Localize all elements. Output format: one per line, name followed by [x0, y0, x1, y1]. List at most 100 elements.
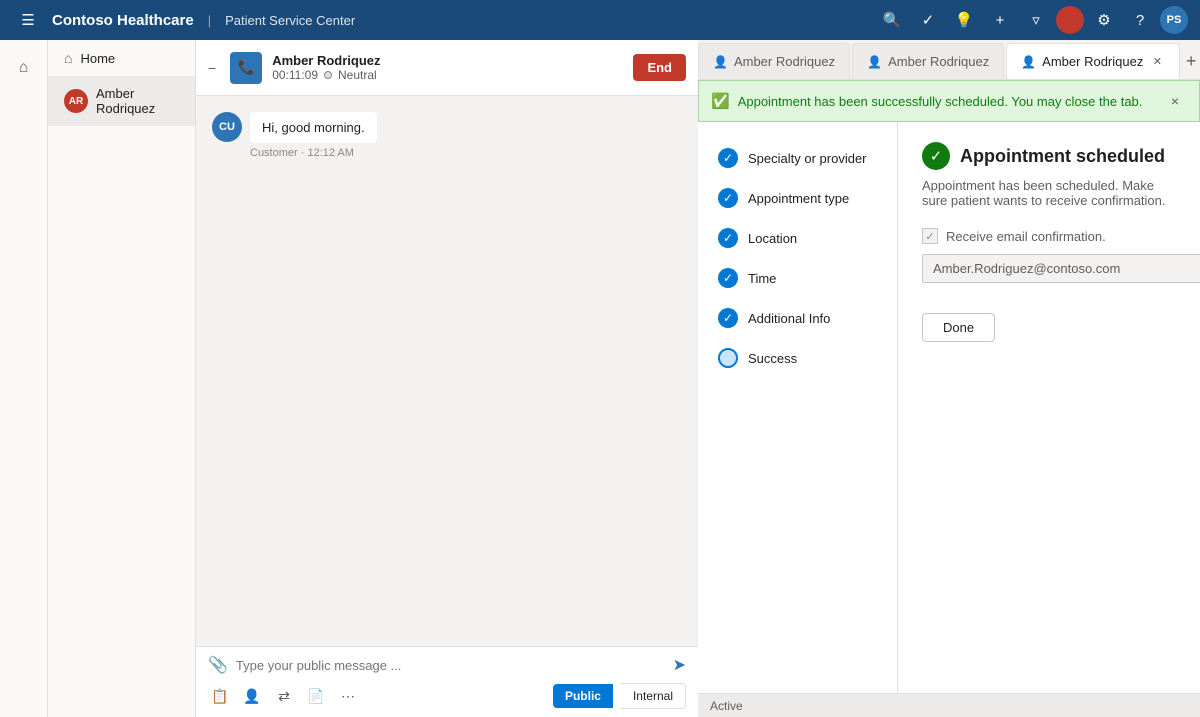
call-status-text: Neutral	[338, 68, 377, 82]
note-icon[interactable]: 📋	[208, 684, 232, 708]
step-location[interactable]: ✓ Location	[698, 218, 897, 258]
scheduled-header: ✓ Appointment scheduled	[922, 142, 1176, 170]
hamburger-icon[interactable]: ☰	[12, 4, 44, 36]
email-checkbox: ✓	[922, 228, 938, 244]
more-icon[interactable]: ⋯	[336, 684, 360, 708]
step-additional-info[interactable]: ✓ Additional Info	[698, 298, 897, 338]
topbar-divider: |	[208, 13, 211, 28]
topbar-subtitle: Patient Service Center	[225, 13, 355, 28]
step-specialty-label: Specialty or provider	[748, 151, 867, 166]
content-split: ✓ Specialty or provider ✓ Appointment ty…	[698, 122, 1200, 693]
step-time[interactable]: ✓ Time	[698, 258, 897, 298]
email-confirm-label: Receive email confirmation.	[946, 229, 1106, 244]
scheduled-description: Appointment has been scheduled. Make sur…	[922, 178, 1176, 208]
nav-panel: ⌂ Home AR Amber Rodriquez	[48, 40, 196, 717]
notification-avatar[interactable]	[1056, 6, 1084, 34]
content-area: 👤 Amber Rodriquez 👤 Amber Rodriquez 👤 Am…	[698, 40, 1200, 717]
nav-user-item[interactable]: AR Amber Rodriquez	[48, 76, 195, 126]
chat-bubble-meta: Customer · 12:12 AM	[250, 147, 377, 159]
call-bar: − 📞 Amber Rodriquez 00:11:09 Neutral End	[196, 40, 698, 96]
help-icon[interactable]: ?	[1124, 4, 1156, 36]
list-item: CU Hi, good morning. Customer · 12:12 AM	[212, 112, 682, 159]
main-content-panel: ✓ Appointment scheduled Appointment has …	[898, 122, 1200, 693]
email-input-field	[922, 254, 1200, 283]
step-appointment-type[interactable]: ✓ Appointment type	[698, 178, 897, 218]
topbar: ☰ Contoso Healthcare | Patient Service C…	[0, 0, 1200, 40]
step-location-label: Location	[748, 231, 797, 246]
chat-bubble-content: Hi, good morning. Customer · 12:12 AM	[250, 112, 377, 159]
step-additional-circle: ✓	[718, 308, 738, 328]
step-time-label: Time	[748, 271, 776, 286]
done-button[interactable]: Done	[922, 313, 995, 342]
tab-1-label: Amber Rodriquez	[734, 54, 835, 69]
notification-text: Appointment has been successfully schedu…	[738, 94, 1155, 109]
call-info: Amber Rodriquez 00:11:09 Neutral	[272, 53, 623, 82]
call-type-icon: 📞	[230, 52, 262, 84]
user-avatar[interactable]: PS	[1160, 6, 1188, 34]
add-tab-button[interactable]: +	[1182, 43, 1200, 79]
notification-close-icon[interactable]: ×	[1163, 89, 1187, 113]
step-time-circle: ✓	[718, 268, 738, 288]
step-additional-label: Additional Info	[748, 311, 830, 326]
lightbulb-icon[interactable]: 💡	[948, 4, 980, 36]
search-icon[interactable]: 🔍	[876, 4, 908, 36]
brand-name: Contoso Healthcare	[52, 12, 194, 29]
filter-icon[interactable]: ▿	[1020, 4, 1052, 36]
nav-home-item[interactable]: ⌂ Home	[48, 40, 195, 76]
public-button[interactable]: Public	[553, 684, 613, 708]
step-success[interactable]: Success	[698, 338, 897, 378]
message-input[interactable]	[236, 658, 665, 673]
step-location-circle: ✓	[718, 228, 738, 248]
active-call-area: − 📞 Amber Rodriquez 00:11:09 Neutral End…	[196, 40, 698, 717]
tab-1[interactable]: 👤 Amber Rodriquez	[698, 43, 850, 79]
step-appointment-label: Appointment type	[748, 191, 849, 206]
tab-2[interactable]: 👤 Amber Rodriquez	[852, 43, 1004, 79]
call-status-dot	[324, 71, 332, 79]
person-tab-icon-1: 👤	[713, 55, 728, 69]
tab-2-label: Amber Rodriquez	[888, 54, 989, 69]
steps-panel: ✓ Specialty or provider ✓ Appointment ty…	[698, 122, 898, 693]
home-icon: ⌂	[64, 50, 72, 66]
avatar: CU	[212, 112, 242, 142]
sidebar-home-icon[interactable]: ⌂	[4, 48, 44, 88]
step-specialty-circle: ✓	[718, 148, 738, 168]
call-name: Amber Rodriquez	[272, 53, 623, 68]
person-tab-icon-3: 👤	[1021, 55, 1036, 69]
main-layout: ⌂ ⌂ Home AR Amber Rodriquez − 📞 Amber Ro…	[0, 40, 1200, 717]
notif-check-icon: ✅	[711, 92, 730, 110]
tab-3-label: Amber Rodriquez	[1042, 54, 1143, 69]
notification-bar: ✅ Appointment has been successfully sche…	[698, 80, 1200, 122]
end-call-button[interactable]: End	[633, 54, 686, 81]
plus-icon[interactable]: +	[984, 4, 1016, 36]
tab-3[interactable]: 👤 Amber Rodriquez ✕	[1006, 43, 1180, 79]
call-meta: 00:11:09 Neutral	[272, 68, 623, 82]
send-button[interactable]: ➤	[673, 655, 686, 675]
attach-icon[interactable]: 📎	[208, 655, 228, 675]
transfer-icon[interactable]: ⇄	[272, 684, 296, 708]
scheduled-check-icon: ✓	[922, 142, 950, 170]
tab-bar: 👤 Amber Rodriquez 👤 Amber Rodriquez 👤 Am…	[698, 40, 1200, 80]
chat-area: CU Hi, good morning. Customer · 12:12 AM…	[196, 96, 698, 717]
settings-icon[interactable]: ⚙	[1088, 4, 1120, 36]
step-appointment-circle: ✓	[718, 188, 738, 208]
scheduled-title: Appointment scheduled	[960, 146, 1165, 167]
step-specialty[interactable]: ✓ Specialty or provider	[698, 138, 897, 178]
minimize-icon[interactable]: −	[208, 60, 216, 76]
person-tab-icon-2: 👤	[867, 55, 882, 69]
check-circle-icon[interactable]: ✓	[912, 4, 944, 36]
step-success-label: Success	[748, 351, 797, 366]
internal-button[interactable]: Internal	[621, 683, 686, 709]
chat-messages: CU Hi, good morning. Customer · 12:12 AM	[196, 96, 698, 646]
status-bar: Active	[698, 693, 1200, 717]
chat-toolbar: 📋 👤 ⇄ 📄 ⋯ Public Internal	[208, 683, 686, 709]
chat-bubble-text: Hi, good morning.	[250, 112, 377, 143]
call-timer: 00:11:09	[272, 68, 318, 82]
topbar-actions: 🔍 ✓ 💡 + ▿ ⚙ ? PS	[876, 4, 1188, 36]
template-icon[interactable]: 📄	[304, 684, 328, 708]
nav-home-label: Home	[80, 51, 115, 66]
nav-user-label: Amber Rodriquez	[96, 86, 179, 116]
user-nav-avatar: AR	[64, 89, 88, 113]
person-icon[interactable]: 👤	[240, 684, 264, 708]
status-text: Active	[710, 699, 743, 713]
tab-3-close-icon[interactable]: ✕	[1149, 54, 1165, 70]
